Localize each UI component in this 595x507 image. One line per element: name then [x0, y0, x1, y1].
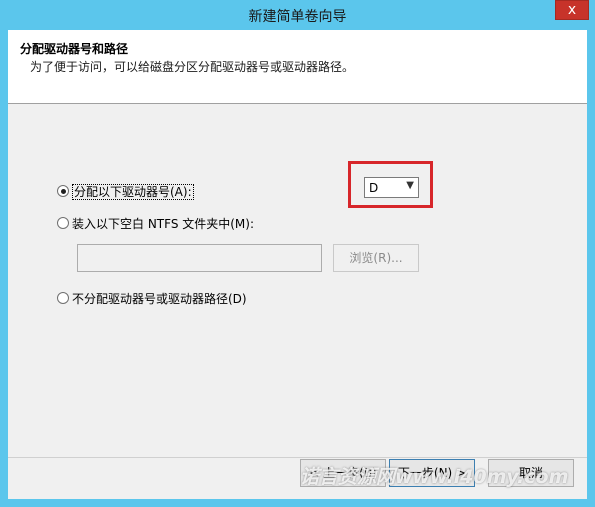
page-subtitle: 为了便于访问，可以给磁盘分区分配驱动器号或驱动器路径。 [30, 60, 355, 74]
window-title: 新建简单卷向导 [248, 9, 347, 25]
assign-letter-label[interactable]: 分配以下驱动器号(A): [72, 183, 194, 200]
close-icon: x [567, 2, 577, 18]
mount-folder-radio[interactable] [57, 217, 69, 229]
footer-divider [8, 457, 587, 458]
wizard-header: 分配驱动器号和路径 为了便于访问，可以给磁盘分区分配驱动器号或驱动器路径。 [8, 30, 587, 104]
no-assign-label[interactable]: 不分配驱动器号或驱动器路径(D) [72, 290, 247, 307]
highlight-box [348, 161, 433, 208]
mount-folder-label[interactable]: 装入以下空白 NTFS 文件夹中(M): [72, 215, 254, 232]
folder-path-input[interactable] [77, 244, 322, 272]
title-bar: 新建简单卷向导 x [0, 0, 595, 30]
page-title: 分配驱动器号和路径 [20, 42, 129, 56]
assign-letter-radio[interactable] [57, 185, 69, 197]
close-button[interactable]: x [555, 0, 589, 20]
watermark: 诺言资源网www.l40my.com [300, 466, 569, 488]
browse-button[interactable]: 浏览(R)... [333, 244, 419, 272]
no-assign-radio[interactable] [57, 292, 69, 304]
